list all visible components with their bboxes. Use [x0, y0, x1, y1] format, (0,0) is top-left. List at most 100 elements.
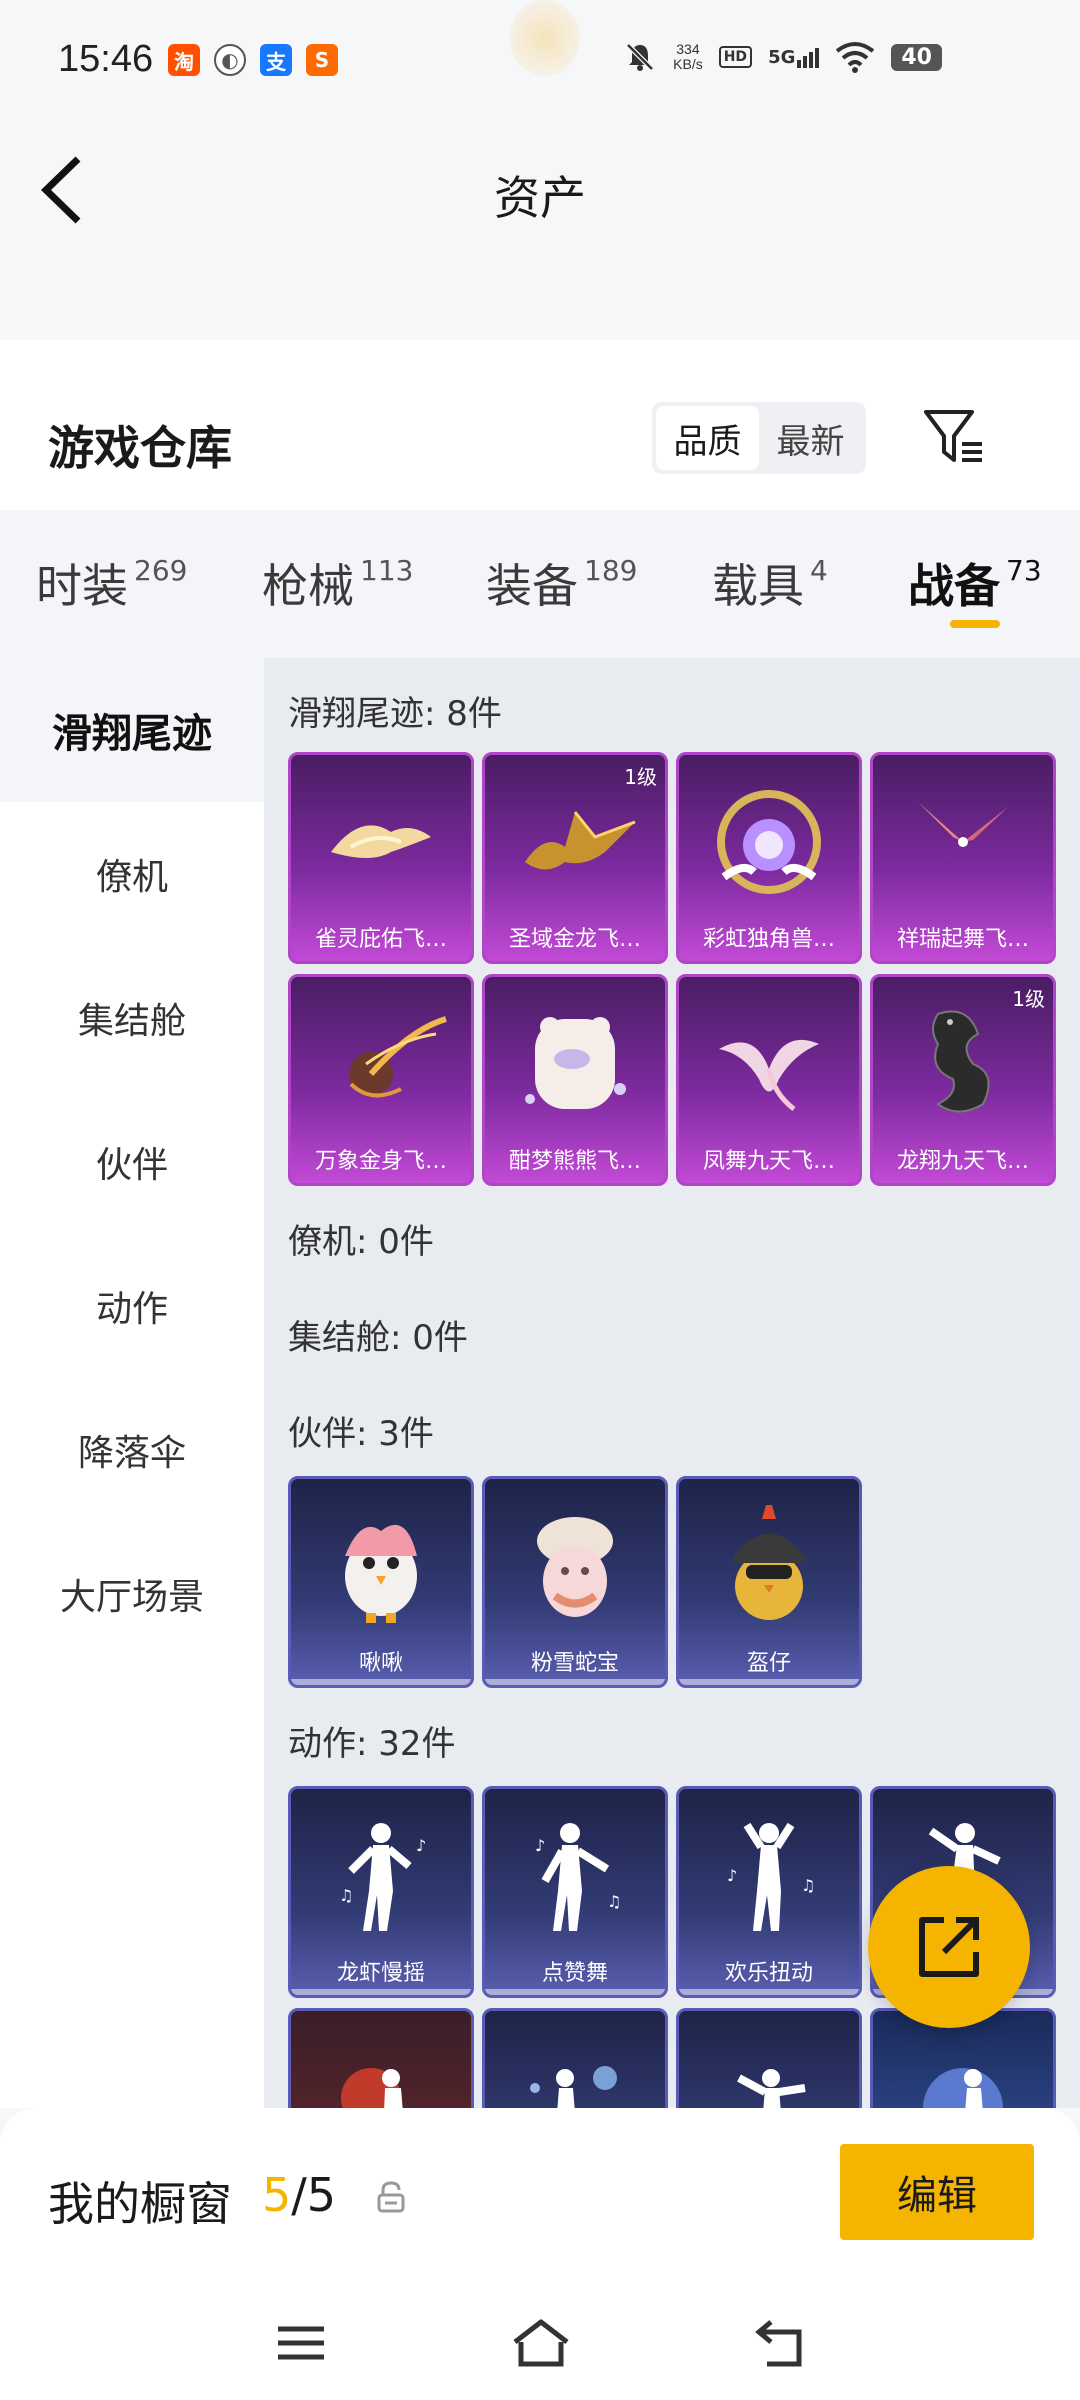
section-label-pod: 集结舱: 0件	[288, 1318, 468, 1358]
svg-text:♫: ♫	[607, 1892, 621, 1911]
flame-decoration-icon	[510, 0, 580, 76]
home-icon	[513, 2319, 569, 2367]
page-title: 资产	[494, 171, 586, 225]
filter-button[interactable]	[922, 406, 986, 470]
showcase-count: 5/5	[262, 2168, 337, 2222]
edit-button[interactable]: 编辑	[840, 2144, 1034, 2240]
black-dragon-icon	[873, 989, 1053, 1139]
rainbow-unicorn-icon	[679, 767, 859, 917]
sort-quality-button[interactable]: 品质	[656, 406, 759, 470]
tab-count: 73	[1006, 554, 1042, 587]
golden-meteor-icon	[291, 989, 471, 1139]
item-card[interactable]: 1级 圣域金龙飞…	[482, 752, 668, 964]
status-bar: 15:46 淘 ◐ 支 S 334 KB/s HD 5G 40	[0, 0, 1080, 120]
tab-gear[interactable]: 装备 189	[486, 550, 637, 616]
dancer-icon: ♪ ♫	[291, 1801, 471, 1951]
share-button[interactable]	[868, 1866, 1030, 2028]
tab-guns[interactable]: 枪械 113	[262, 550, 413, 616]
showcase-bar: 我的橱窗 5/5 编辑	[0, 2108, 1080, 2288]
hd-badge: HD	[718, 46, 753, 68]
app-header: 资产	[0, 120, 1080, 270]
sogou-icon: S	[306, 44, 338, 76]
net-speed: 334 KB/s	[673, 41, 703, 72]
sparkle-dancer-icon	[485, 2023, 665, 2108]
item-card[interactable]: ♪ ♫ 欢乐扭动	[676, 1786, 862, 1998]
system-nav-bar	[0, 2288, 1080, 2400]
fire-dancer-icon	[291, 2023, 471, 2108]
galaxy-dancer-icon	[873, 2023, 1053, 2108]
snow-snake-icon	[485, 1491, 665, 1641]
return-icon	[755, 2320, 802, 2367]
twist-dance-icon: ♪ ♫	[679, 1801, 859, 1951]
svg-text:♪: ♪	[727, 1866, 737, 1885]
tab-readiness[interactable]: 战备 73	[908, 550, 1042, 616]
item-card[interactable]: 1级 龙翔九天飞…	[870, 974, 1056, 1186]
subcategory-sidebar: 滑翔尾迹 僚机 集结舱 伙伴 动作 降落伞 大厅场景	[0, 658, 264, 2108]
item-card[interactable]	[288, 2008, 474, 2108]
active-tab-indicator	[950, 620, 1000, 628]
tab-count: 113	[360, 554, 414, 587]
section-label-wingman: 僚机: 0件	[288, 1222, 434, 1262]
phoenix-wing-icon	[291, 767, 471, 917]
sidebar-item-assembly-pod[interactable]: 集结舱	[0, 946, 264, 1090]
sort-newest-button[interactable]: 最新	[759, 406, 862, 470]
phoenix-dance-icon	[679, 989, 859, 1139]
item-card[interactable]: 盔仔	[676, 1476, 862, 1688]
alipay-icon: 支	[260, 44, 292, 76]
tab-vehicles[interactable]: 载具 4	[712, 550, 828, 616]
section-label-glide: 滑翔尾迹: 8件	[288, 694, 502, 734]
item-card[interactable]	[482, 2008, 668, 2108]
signal-icon: 5G	[768, 47, 820, 68]
home-nav-button[interactable]	[506, 2308, 576, 2378]
item-card[interactable]: ♪ ♫ 龙虾慢摇	[288, 1786, 474, 1998]
section-label-emote: 动作: 32件	[288, 1724, 456, 1764]
golden-dragon-icon	[485, 767, 665, 917]
item-card[interactable]: 粉雪蛇宝	[482, 1476, 668, 1688]
svg-text:♫: ♫	[801, 1876, 815, 1895]
item-card[interactable]: 凤舞九天飞…	[676, 974, 862, 1186]
svg-text:♫: ♫	[339, 1886, 353, 1905]
thumbs-dance-icon: ♪ ♫	[485, 1801, 665, 1951]
item-card[interactable]: 酣梦熊熊飞…	[482, 974, 668, 1186]
status-app-icons: 淘 ◐ 支 S	[168, 44, 338, 76]
category-tabs: 时装 269 枪械 113 装备 189 载具 4 战备 73	[0, 510, 1080, 658]
sidebar-item-glide-trail[interactable]: 滑翔尾迹	[0, 658, 264, 802]
auspicious-wings-icon	[873, 767, 1053, 917]
taobao-icon: 淘	[168, 44, 200, 76]
mute-bell-icon	[626, 43, 654, 71]
item-card[interactable]: 啾啾	[288, 1476, 474, 1688]
item-card[interactable]: 万象金身飞…	[288, 974, 474, 1186]
filter-icon	[924, 410, 982, 462]
back-nav-button[interactable]	[746, 2308, 816, 2378]
lock-icon	[374, 2180, 408, 2214]
battery-icon: 40	[891, 43, 942, 71]
status-time: 15:46	[58, 38, 154, 80]
share-external-icon	[919, 1917, 979, 1977]
pink-bird-icon	[291, 1491, 471, 1641]
tab-count: 269	[134, 554, 188, 587]
tab-count: 4	[810, 554, 828, 587]
tab-count: 189	[584, 554, 638, 587]
item-card[interactable]: 雀灵庇佑飞…	[288, 752, 474, 964]
menu-icon	[278, 2326, 324, 2360]
helmet-chick-icon	[679, 1491, 859, 1641]
menu-nav-button[interactable]	[266, 2308, 336, 2378]
item-card[interactable]: 彩虹独角兽…	[676, 752, 862, 964]
sleepy-bear-icon	[485, 989, 665, 1139]
sort-toggle: 品质 最新	[652, 402, 866, 474]
item-card[interactable]: 祥瑞起舞飞…	[870, 752, 1056, 964]
svg-text:♪: ♪	[535, 1836, 545, 1855]
section-label-partner: 伙伴: 3件	[288, 1414, 434, 1454]
sidebar-item-partner[interactable]: 伙伴	[0, 1090, 264, 1234]
item-card[interactable]: ♪ ♫ 点赞舞	[482, 1786, 668, 1998]
planet-icon: ◐	[214, 44, 246, 76]
sidebar-item-parachute[interactable]: 降落伞	[0, 1378, 264, 1522]
sidebar-item-lobby-scene[interactable]: 大厅场景	[0, 1522, 264, 1666]
svg-text:♪: ♪	[416, 1836, 426, 1855]
tab-fashion[interactable]: 时装 269	[36, 550, 187, 616]
item-card[interactable]	[676, 2008, 862, 2108]
sidebar-item-wingman[interactable]: 僚机	[0, 802, 264, 946]
showcase-label: 我的橱窗	[48, 2177, 232, 2231]
sidebar-item-emote[interactable]: 动作	[0, 1234, 264, 1378]
warehouse-title: 游戏仓库	[48, 421, 232, 475]
